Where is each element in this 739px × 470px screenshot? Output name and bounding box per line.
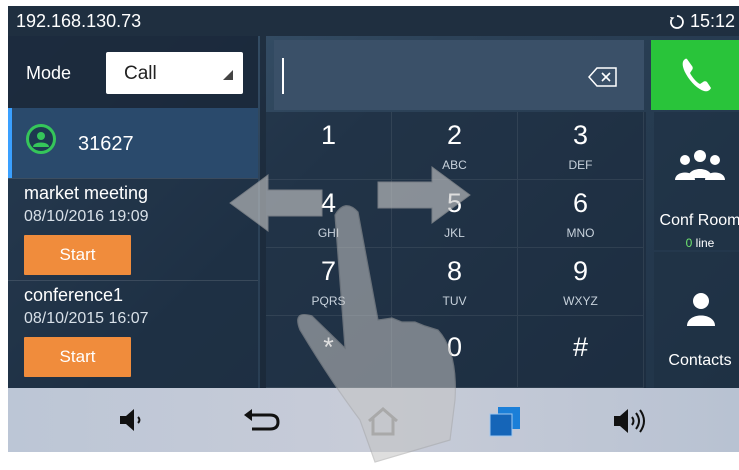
navigation-bar	[8, 388, 739, 452]
key-6[interactable]: 6 MNO	[518, 180, 644, 248]
meeting-title: market meeting	[24, 183, 149, 203]
key-digit: #	[572, 332, 589, 362]
key-digit: 1	[320, 120, 337, 150]
volume-down-icon[interactable]	[118, 406, 148, 434]
user-icon	[26, 124, 56, 154]
conf-line-count: 0	[685, 236, 693, 250]
selected-indicator	[8, 108, 12, 178]
key-hash[interactable]: #	[518, 316, 644, 388]
sync-icon	[669, 14, 684, 29]
dropdown-arrow-icon	[223, 70, 233, 80]
ip-address: 192.168.130.73	[16, 11, 142, 31]
key-digit: 5	[446, 188, 463, 218]
conf-room-label: Conf Room	[659, 212, 739, 229]
key-digit: 4	[320, 188, 337, 218]
status-bar: 192.168.130.73 15:12	[8, 6, 739, 36]
phone-screen: 192.168.130.73 15:12 Mode Call 31627 mar…	[8, 6, 739, 452]
account-item[interactable]: 31627	[8, 108, 258, 178]
key-digit: 6	[572, 188, 589, 218]
key-2[interactable]: 2 ABC	[392, 112, 518, 180]
key-letters: MNO	[566, 226, 595, 240]
left-panel: Mode Call 31627 market meeting 08/10/201…	[8, 36, 258, 388]
volume-up-icon[interactable]	[612, 406, 652, 436]
key-digit: 8	[446, 256, 463, 286]
contacts-label: Contacts	[668, 352, 732, 369]
meeting-datetime: 08/10/2015 16:07	[24, 310, 149, 327]
key-digit: *	[323, 332, 334, 362]
key-letters: TUV	[442, 294, 467, 308]
key-letters: GHI	[317, 226, 340, 240]
key-4[interactable]: 4 GHI	[266, 180, 392, 248]
contact-icon	[687, 293, 715, 326]
key-digit: 2	[446, 120, 463, 150]
home-icon[interactable]	[365, 406, 401, 436]
key-8[interactable]: 8 TUV	[392, 248, 518, 316]
meeting-datetime: 08/10/2016 19:09	[24, 208, 149, 225]
call-button[interactable]	[651, 40, 739, 110]
key-letters: ABC	[442, 158, 467, 172]
mode-label: Mode	[26, 63, 72, 83]
meeting-item: market meeting 08/10/2016 19:09 Start	[8, 178, 258, 279]
mode-bar: Mode Call	[8, 36, 258, 108]
key-star[interactable]: *	[266, 316, 392, 388]
clock-time: 15:12	[689, 11, 735, 31]
conf-room-status: 0 line	[654, 236, 739, 250]
conf-room-button[interactable]: Conf Room 0 line	[654, 112, 739, 250]
key-digit: 0	[446, 332, 463, 362]
start-button[interactable]: Start	[24, 337, 131, 377]
key-letters: WXYZ	[563, 294, 598, 308]
dial-input[interactable]	[274, 40, 644, 110]
mode-select[interactable]: Call	[106, 52, 243, 94]
key-1[interactable]: 1	[266, 112, 392, 180]
conference-icon	[675, 150, 725, 180]
text-cursor	[282, 58, 284, 94]
status-clock: 15:12	[669, 11, 735, 32]
start-button[interactable]: Start	[24, 235, 131, 275]
mode-value: Call	[124, 63, 157, 84]
meeting-title: conference1	[24, 285, 124, 305]
key-letters: DEF	[568, 158, 593, 172]
conf-line-suffix: line	[695, 236, 715, 250]
key-digit: 9	[572, 256, 589, 286]
recent-apps-icon[interactable]	[488, 406, 522, 438]
contacts-button[interactable]: Contacts	[654, 252, 739, 388]
key-0[interactable]: 0	[392, 316, 518, 388]
key-3[interactable]: 3 DEF	[518, 112, 644, 180]
phone-icon	[682, 58, 711, 92]
key-digit: 7	[320, 256, 337, 286]
key-5[interactable]: 5 JKL	[392, 180, 518, 248]
key-digit: 3	[572, 120, 589, 150]
meeting-item: conference1 08/10/2015 16:07 Start	[8, 280, 258, 381]
backspace-icon[interactable]	[588, 67, 618, 87]
back-icon[interactable]	[242, 406, 282, 434]
key-letters: JKL	[444, 226, 465, 240]
key-letters: PQRS	[311, 294, 346, 308]
dial-keypad: 1 2 ABC 3 DEF 4 GHI 5 JKL 6 MNO 7 PQRS 8	[266, 112, 646, 388]
account-number: 31627	[78, 133, 134, 155]
key-7[interactable]: 7 PQRS	[266, 248, 392, 316]
key-9[interactable]: 9 WXYZ	[518, 248, 644, 316]
